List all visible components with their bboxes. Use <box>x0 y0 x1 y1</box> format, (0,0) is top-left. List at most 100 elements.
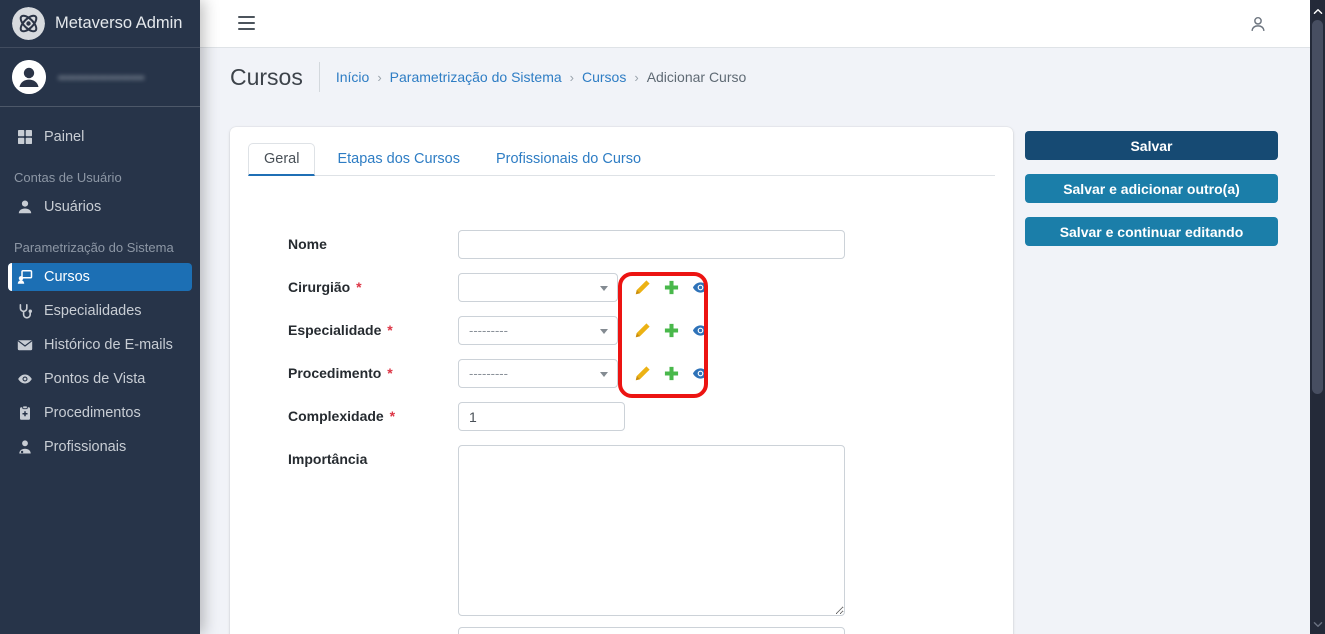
chalkboard-user-icon <box>17 270 33 284</box>
add-plus-icon[interactable] <box>663 322 680 339</box>
sidebar-item-label: Procedimentos <box>44 405 141 421</box>
view-eye-icon[interactable] <box>692 322 709 339</box>
especialidade-label: Especialidade * <box>288 322 393 338</box>
edit-pencil-icon[interactable] <box>634 279 651 296</box>
breadcrumb: Início › Parametrização do Sistema › Cur… <box>336 69 746 85</box>
user-avatar <box>12 60 46 94</box>
brand-link[interactable]: Metaverso Admin <box>0 0 200 48</box>
sidebar-item-especialidades[interactable]: Especialidades <box>8 297 192 325</box>
breadcrumb-current: Adicionar Curso <box>646 69 747 85</box>
page-title: Cursos <box>230 63 303 90</box>
eye-icon <box>18 374 32 384</box>
sidebar-item-usuarios[interactable]: Usuários <box>8 193 192 221</box>
envelope-icon <box>17 340 33 351</box>
sidebar-item-label: Profissionais <box>44 439 127 455</box>
content-body: Geral Etapas dos Cursos Profissionais do… <box>200 127 1310 634</box>
tab-bar: Geral Etapas dos Cursos Profissionais do… <box>248 143 995 176</box>
complexidade-input[interactable] <box>458 402 625 431</box>
sidebar-item-label: Histórico de E-mails <box>44 337 173 353</box>
tab-etapas-dos-cursos[interactable]: Etapas dos Cursos <box>323 143 474 175</box>
sidebar-item-label: Usuários <box>44 199 102 215</box>
user-icon <box>18 200 32 214</box>
stethoscope-icon <box>19 304 32 319</box>
nome-label: Nome <box>288 236 327 252</box>
required-marker: * <box>387 322 393 338</box>
breadcrumb-separator: › <box>569 69 574 85</box>
sidebar-section-user-accounts: Contas de Usuário <box>14 170 122 185</box>
app: Metaverso Admin ••••••••••••••••••• Pain… <box>0 0 1325 634</box>
procedimento-select[interactable]: --------- <box>458 359 618 388</box>
user-panel[interactable]: ••••••••••••••••••• <box>0 48 200 107</box>
edit-pencil-icon[interactable] <box>634 322 651 339</box>
content-area: Cursos Início › Parametrização do Sistem… <box>200 48 1310 634</box>
form-row-procedimento: Procedimento * --------- <box>288 359 1013 388</box>
required-marker: * <box>387 365 393 381</box>
required-marker: * <box>389 408 396 424</box>
top-navbar <box>200 0 1310 48</box>
form-row-complexidade: Complexidade * <box>288 402 1013 431</box>
cirurgiao-related-actions <box>634 273 709 302</box>
partial-bottom-input[interactable] <box>458 627 845 634</box>
sidebar-item-label: Especialidades <box>44 303 142 319</box>
salvar-button[interactable]: Salvar <box>1025 131 1278 160</box>
salvar-e-continuar-button[interactable]: Salvar e continuar editando <box>1025 217 1278 246</box>
breadcrumb-separator: › <box>377 69 382 85</box>
breadcrumb-cursos[interactable]: Cursos <box>582 69 626 85</box>
breadcrumb-parametrizacao[interactable]: Parametrização do Sistema <box>390 69 562 85</box>
course-form: Nome Cirurgião * Especialidade * -------… <box>230 176 1013 634</box>
scroll-up-arrow-icon[interactable] <box>1311 4 1324 18</box>
tab-profissionais-do-curso[interactable]: Profissionais do Curso <box>482 143 655 175</box>
complexidade-label: Complexidade * <box>288 408 396 424</box>
form-row-cirurgiao: Cirurgião * <box>288 273 1013 302</box>
scroll-down-arrow-icon[interactable] <box>1311 617 1324 631</box>
sidebar-item-procedimentos[interactable]: Procedimentos <box>8 399 192 427</box>
sidebar-item-painel[interactable]: Painel <box>8 123 192 151</box>
sidebar-item-pontos-vista[interactable]: Pontos de Vista <box>8 365 192 393</box>
breadcrumb-inicio[interactable]: Início <box>336 69 369 85</box>
clipboard-plus-icon <box>20 405 30 420</box>
edit-pencil-icon[interactable] <box>634 365 651 382</box>
form-row-nome: Nome <box>288 230 1013 259</box>
cirurgiao-select[interactable] <box>458 273 618 302</box>
form-row-importancia: Importância <box>288 445 1013 616</box>
breadcrumb-separator: › <box>634 69 639 85</box>
brand-title: Metaverso Admin <box>55 14 183 32</box>
salvar-e-adicionar-button[interactable]: Salvar e adicionar outro(a) <box>1025 174 1278 203</box>
grid-icon <box>18 130 32 144</box>
save-actions-panel: Salvar Salvar e adicionar outro(a) Salva… <box>1025 127 1278 260</box>
sidebar-item-cursos[interactable]: Cursos <box>8 263 192 291</box>
hamburger-menu-icon[interactable] <box>238 16 255 30</box>
especialidade-related-actions <box>634 316 709 345</box>
sidebar-item-label: Cursos <box>44 269 90 285</box>
especialidade-select[interactable]: --------- <box>458 316 618 345</box>
user-outline-icon[interactable] <box>1249 15 1267 33</box>
sidebar-item-label: Pontos de Vista <box>44 371 146 387</box>
form-card: Geral Etapas dos Cursos Profissionais do… <box>230 127 1013 634</box>
sidebar-item-label: Painel <box>44 129 85 145</box>
user-email-blurred: ••••••••••••••••••• <box>58 69 145 85</box>
procedimento-label: Procedimento * <box>288 365 393 381</box>
add-plus-icon[interactable] <box>663 365 680 382</box>
importancia-textarea[interactable] <box>458 445 845 616</box>
form-row-especialidade: Especialidade * --------- <box>288 316 1013 345</box>
cirurgiao-label: Cirurgião * <box>288 279 362 295</box>
content-header: Cursos Início › Parametrização do Sistem… <box>200 48 1310 104</box>
header-divider <box>318 62 320 92</box>
view-eye-icon[interactable] <box>692 279 709 296</box>
sidebar-item-profissionais[interactable]: Profissionais <box>8 433 192 461</box>
procedimento-related-actions <box>634 359 709 388</box>
metaverso-logo-icon <box>12 7 45 40</box>
add-plus-icon[interactable] <box>663 279 680 296</box>
sidebar-item-historico-emails[interactable]: Histórico de E-mails <box>8 331 192 359</box>
user-doctor-icon <box>19 440 31 454</box>
required-marker: * <box>356 279 362 295</box>
nome-input[interactable] <box>458 230 845 259</box>
scrollbar-thumb[interactable] <box>1312 20 1323 394</box>
view-eye-icon[interactable] <box>692 365 709 382</box>
importancia-label: Importância <box>288 451 368 467</box>
sidebar-section-system-params: Parametrização do Sistema <box>14 240 174 255</box>
form-row-partial <box>288 627 1013 634</box>
page-scrollbar[interactable] <box>1310 0 1325 634</box>
tab-geral[interactable]: Geral <box>248 143 316 176</box>
partial-label <box>288 627 458 634</box>
